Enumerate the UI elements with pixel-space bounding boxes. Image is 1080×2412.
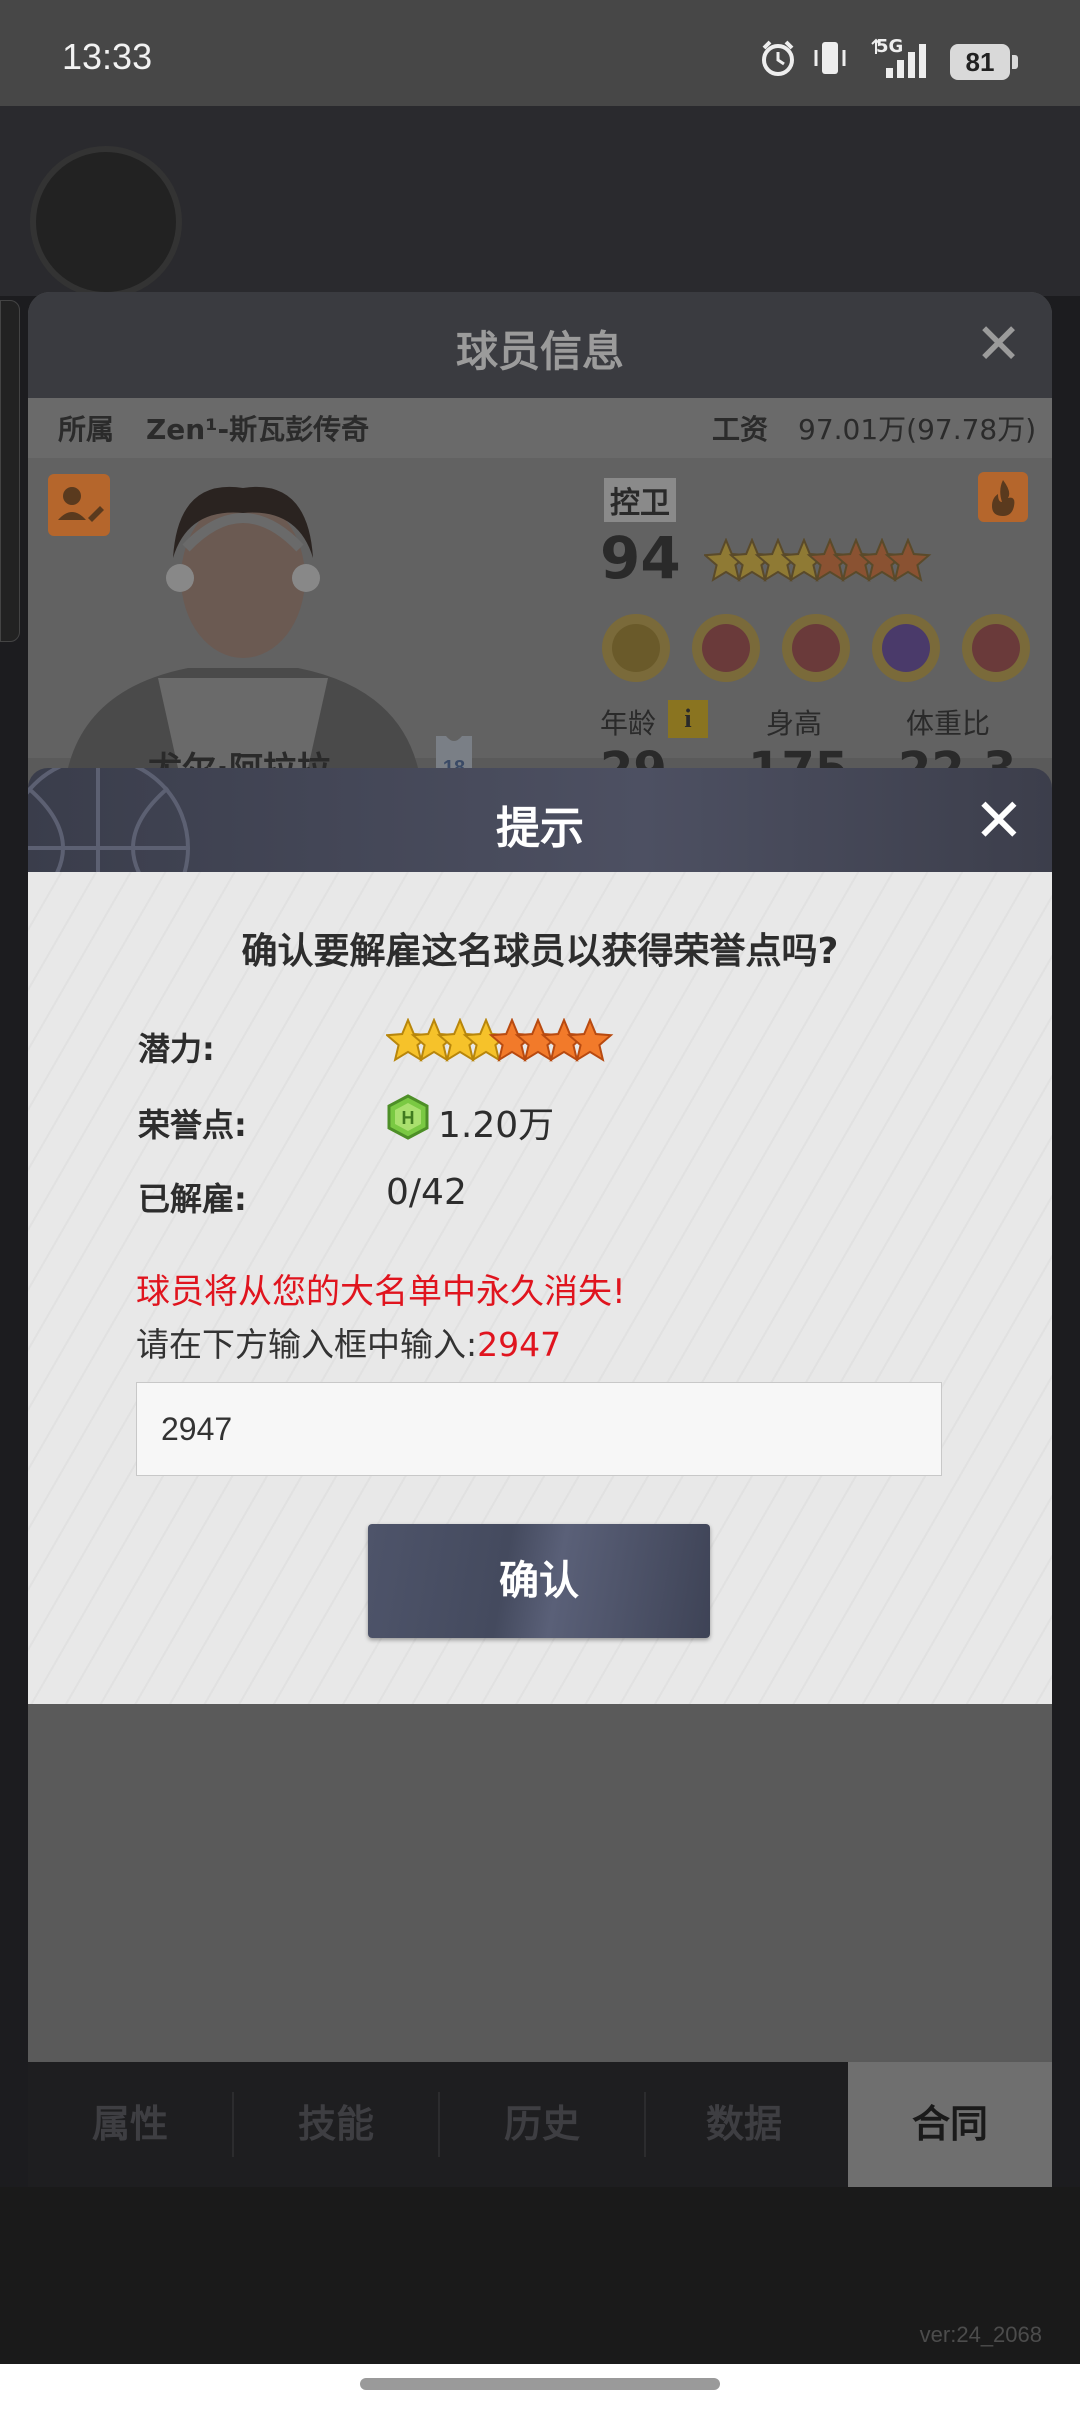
team-logo (30, 146, 182, 298)
dialog-header: 提示 ✕ (28, 768, 1052, 872)
salary-value: 97.01万(97.78万) (798, 413, 1037, 446)
dialog-body: 确认要解雇这名球员以获得荣誉点吗? 潜力: 荣誉点: H 1.20万 已解雇: … (28, 872, 1052, 1704)
home-gesture-handle[interactable] (360, 2378, 720, 2390)
skill-badges (602, 614, 1030, 682)
age-label: 年龄 (600, 707, 657, 740)
panel-title: 球员信息 (455, 327, 624, 376)
status-time: 13:33 (62, 36, 153, 77)
potential-label: 潜力: (138, 1030, 215, 1068)
info-icon[interactable]: i (668, 700, 708, 738)
player-portrait (68, 486, 418, 768)
fire-icon[interactable] (978, 472, 1028, 522)
team-label: 所属 (58, 413, 115, 446)
confirm-button[interactable]: 确认 (368, 1524, 710, 1638)
close-icon[interactable]: ✕ (974, 786, 1024, 856)
weight-label: 体重比 (906, 707, 991, 740)
tab-contract[interactable]: 合同 (848, 2062, 1052, 2187)
vibrate-icon (814, 42, 846, 74)
height-label: 身高 (766, 707, 823, 740)
honor-point-icon: H (387, 1094, 429, 1140)
code-input[interactable] (136, 1382, 942, 1476)
bottom-menu-background (0, 2187, 1080, 2364)
potential-stars (386, 1018, 614, 1062)
fired-label: 已解雇: (138, 1180, 247, 1218)
bottom-tab-bar: 属性 技能 历史 数据 合同 (28, 2062, 1052, 2187)
confirm-code: 2947 (477, 1325, 562, 1364)
team-header (0, 106, 1080, 298)
version-label: ver:24_2068 (919, 2322, 1042, 2347)
signal-icon (871, 38, 926, 78)
salary-label: 工资 (712, 413, 769, 446)
tab-attributes[interactable]: 属性 (28, 2062, 232, 2187)
honor-value: 1.20万 (438, 1105, 555, 1146)
tab-skills[interactable]: 技能 (234, 2062, 438, 2187)
tab-stats[interactable]: 数据 (642, 2062, 846, 2187)
overall-rating: 94 (600, 524, 681, 592)
instruction-text: 请在下方输入框中输入:2947 (136, 1318, 561, 1366)
confirm-question: 确认要解雇这名球员以获得荣誉点吗? (241, 931, 839, 972)
honor-label: 荣誉点: (138, 1106, 247, 1144)
team-name: Zen¹-斯瓦彭传奇 (146, 413, 370, 446)
battery-icon: 81 (950, 44, 1018, 80)
status-bar: 13:33 5G 81 (0, 0, 1080, 106)
panel-header: 球员信息 ✕ (28, 292, 1052, 398)
instruction-label: 请在下方输入框中输入: (136, 1325, 478, 1364)
release-player-dialog: 提示 ✕ 确认要解雇这名球员以获得荣誉点吗? 潜力: 荣誉点: H 1.20万 … (28, 768, 1052, 1704)
svg-text:H: H (402, 1108, 415, 1128)
fired-value: 0/42 (386, 1172, 467, 1213)
tab-history[interactable]: 历史 (440, 2062, 644, 2187)
dialog-title: 提示 (496, 803, 584, 854)
alarm-icon (762, 40, 794, 76)
warning-text: 球员将从您的大名单中永久消失! (136, 1272, 626, 1312)
side-drawer-handle[interactable] (0, 300, 20, 642)
panel-stars (704, 538, 932, 582)
position-tag: 控卫 (604, 478, 676, 522)
close-icon[interactable]: ✕ (975, 312, 1022, 377)
